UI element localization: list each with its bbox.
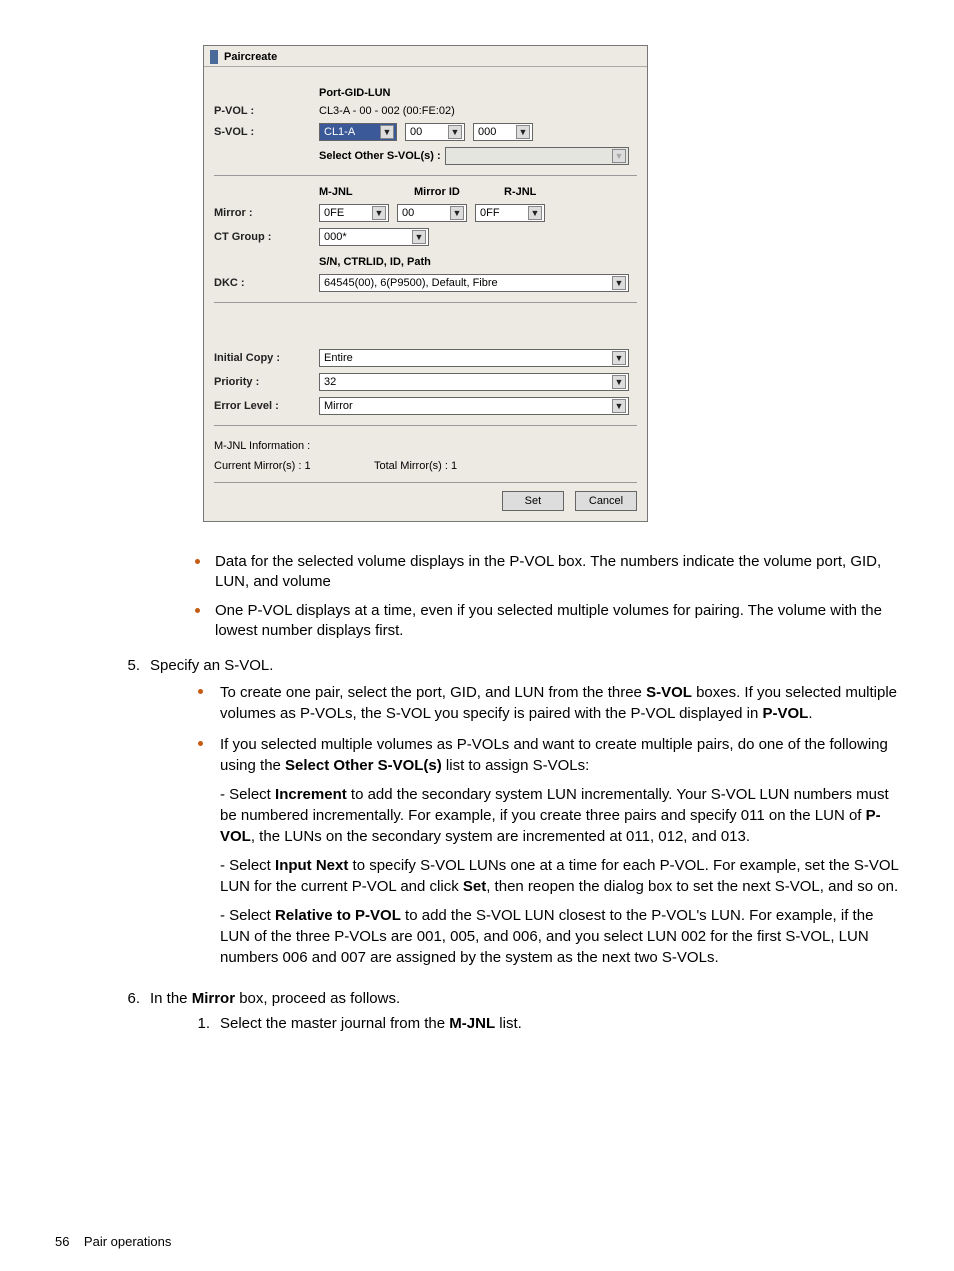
- paircreate-dialog: Paircreate Port-GID-LUN P-VOL : CL3-A - …: [203, 45, 648, 522]
- chevron-down-icon: ▼: [612, 375, 626, 389]
- pvol-value: CL3-A - 00 - 002 (00:FE:02): [319, 105, 455, 117]
- priority-label: Priority :: [214, 376, 319, 388]
- chevron-down-icon: ▼: [448, 125, 462, 139]
- initialcopy-dropdown[interactable]: Entire ▼: [319, 349, 629, 367]
- list-item: If you selected multiple volumes as P-VO…: [150, 734, 899, 978]
- sn-ctrlid-header: S/N, CTRLID, ID, Path: [319, 256, 431, 268]
- pvol-label: P-VOL :: [214, 105, 319, 117]
- list-item: To create one pair, select the port, GID…: [150, 682, 899, 734]
- port-gid-lun-header: Port-GID-LUN: [319, 87, 391, 99]
- svol-port-dropdown[interactable]: CL1-A ▼: [319, 123, 397, 141]
- select-other-svol-label: Select Other S-VOL(s) :: [319, 150, 441, 162]
- ctgroup-label: CT Group :: [214, 231, 319, 243]
- mirror-rjnl-dropdown[interactable]: 0FF ▼: [475, 204, 545, 222]
- chevron-down-icon: ▼: [612, 399, 626, 413]
- current-mirrors: Current Mirror(s) : 1: [214, 460, 374, 472]
- page-footer: 56 Pair operations: [55, 1234, 171, 1249]
- dkc-label: DKC :: [214, 277, 319, 289]
- rjnl-header: R-JNL: [504, 186, 594, 198]
- priority-dropdown[interactable]: 32 ▼: [319, 373, 629, 391]
- mirrorid-header: Mirror ID: [414, 186, 504, 198]
- errorlevel-label: Error Level :: [214, 400, 319, 412]
- list-item: Data for the selected volume displays in…: [185, 552, 899, 601]
- mjnl-info-label: M-JNL Information :: [214, 440, 637, 452]
- cancel-button[interactable]: Cancel: [575, 491, 637, 511]
- mirror-label: Mirror :: [214, 207, 319, 219]
- mirror-id-dropdown[interactable]: 00 ▼: [397, 204, 467, 222]
- svol-label: S-VOL :: [214, 126, 319, 138]
- select-other-svol-dropdown[interactable]: ▼: [445, 147, 629, 165]
- chevron-down-icon: ▼: [528, 206, 542, 220]
- ctgroup-dropdown[interactable]: 000* ▼: [319, 228, 429, 246]
- chevron-down-icon: ▼: [516, 125, 530, 139]
- mjnl-header: M-JNL: [319, 186, 414, 198]
- chevron-down-icon: ▼: [450, 206, 464, 220]
- step-5: 5. Specify an S-VOL. To create one pair,…: [55, 655, 899, 988]
- total-mirrors: Total Mirror(s) : 1: [374, 460, 457, 472]
- page-number: 56: [55, 1234, 69, 1249]
- initialcopy-label: Initial Copy :: [214, 352, 319, 364]
- list-item: One P-VOL displays at a time, even if yo…: [185, 601, 899, 650]
- chevron-down-icon: ▼: [372, 206, 386, 220]
- chevron-down-icon: ▼: [612, 351, 626, 365]
- step-6: 6. In the Mirror box, proceed as follows…: [55, 988, 899, 1050]
- errorlevel-dropdown[interactable]: Mirror ▼: [319, 397, 629, 415]
- chevron-down-icon: ▼: [612, 276, 626, 290]
- dkc-dropdown[interactable]: 64545(00), 6(P9500), Default, Fibre ▼: [319, 274, 629, 292]
- svol-lun-dropdown[interactable]: 000 ▼: [473, 123, 533, 141]
- chevron-down-icon: ▼: [412, 230, 426, 244]
- chevron-down-icon: ▼: [380, 125, 394, 139]
- steps-list: 5. Specify an S-VOL. To create one pair,…: [55, 655, 899, 1050]
- footer-title: Pair operations: [84, 1234, 171, 1249]
- info-bullet-list: Data for the selected volume displays in…: [185, 552, 899, 649]
- mirror-mjnl-dropdown[interactable]: 0FE ▼: [319, 204, 389, 222]
- dialog-titlebar: Paircreate: [204, 46, 647, 67]
- set-button[interactable]: Set: [502, 491, 564, 511]
- svol-gid-dropdown[interactable]: 00 ▼: [405, 123, 465, 141]
- chevron-down-icon: ▼: [612, 149, 626, 163]
- title-accent: [210, 50, 218, 64]
- inner-step-1: 1. Select the master journal from the M-…: [150, 1013, 899, 1040]
- dialog-title-text: Paircreate: [224, 51, 277, 63]
